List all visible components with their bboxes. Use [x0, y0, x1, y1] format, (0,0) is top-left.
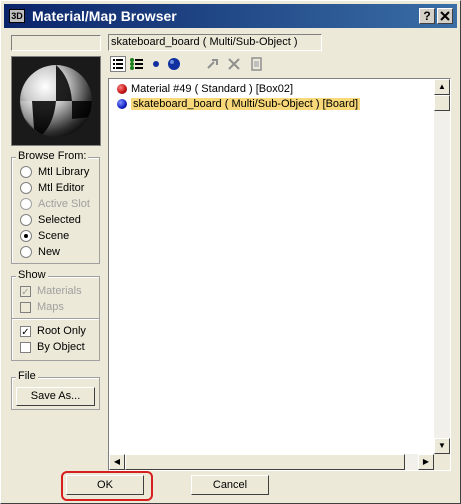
radio-active-slot-indicator: [20, 198, 32, 211]
large-sphere-icon: [168, 58, 180, 70]
browse-from-group: Browse From: Mtl Library Mtl Editor Acti…: [11, 150, 100, 264]
search-input[interactable]: [11, 35, 101, 51]
list-item-label: Material #49 ( Standard ) [Box02]: [131, 83, 294, 95]
clear-icon: [251, 57, 262, 71]
radio-mtl-editor-label: Mtl Editor: [38, 182, 85, 194]
file-label: File: [16, 370, 38, 382]
save-as-button[interactable]: Save As...: [16, 387, 95, 406]
checkbox-materials: ✓ Materials: [20, 283, 82, 299]
window-title: Material/Map Browser: [32, 8, 177, 24]
radio-scene-indicator[interactable]: [20, 230, 32, 243]
close-icon: [440, 11, 450, 21]
vertical-scroll-thumb[interactable]: [434, 95, 450, 111]
delete-button[interactable]: [226, 56, 242, 72]
list-item-label: skateboard_board ( Multi/Sub-Object ) [B…: [131, 98, 361, 110]
scrollbar-corner: [434, 454, 450, 470]
view-list-icons-button[interactable]: [128, 56, 144, 72]
radio-new-label: New: [38, 246, 61, 258]
show-label: Show: [16, 269, 48, 281]
radio-mtl-editor[interactable]: Mtl Editor: [20, 180, 84, 196]
checkbox-root-only-box[interactable]: ✓: [20, 325, 31, 338]
clear-library-button[interactable]: [248, 56, 264, 72]
update-scene-materials-button[interactable]: [205, 56, 221, 72]
radio-selected-indicator[interactable]: [20, 214, 32, 227]
material-map-browser-window: 3D Material/Map Browser ? skateboard_boa…: [0, 0, 461, 504]
app-icon: 3D: [9, 9, 25, 23]
checker-sphere-icon: [12, 57, 100, 145]
view-large-icons-button[interactable]: [166, 56, 182, 72]
checkbox-maps-label: Maps: [37, 301, 64, 313]
radio-scene[interactable]: Scene: [20, 228, 69, 244]
checkbox-materials-box: ✓: [20, 285, 31, 298]
radio-selected[interactable]: Selected: [20, 212, 81, 228]
list-view-icon: [113, 59, 123, 69]
list-item[interactable]: Material #49 ( Standard ) [Box02]: [117, 82, 293, 97]
small-sphere-icon: [153, 61, 159, 67]
list-item-selected[interactable]: skateboard_board ( Multi/Sub-Object ) [B…: [117, 97, 361, 112]
checkbox-maps-box: [20, 301, 31, 313]
scroll-down-arrow-icon[interactable]: ▼: [434, 438, 450, 454]
close-button[interactable]: [437, 8, 453, 24]
show-group: Show ✓ Materials Maps: [11, 269, 100, 319]
help-button[interactable]: ?: [419, 8, 435, 24]
horizontal-scrollbar[interactable]: ◀ ▶: [109, 454, 434, 470]
radio-selected-label: Selected: [38, 214, 81, 226]
browse-from-label: Browse From:: [16, 150, 89, 162]
vertical-scrollbar[interactable]: ▲ ▼: [434, 79, 450, 454]
title-bar[interactable]: 3D Material/Map Browser ?: [4, 4, 457, 28]
radio-mtl-library-label: Mtl Library: [38, 166, 90, 178]
radio-scene-label: Scene: [38, 230, 70, 242]
radio-new[interactable]: New: [20, 244, 60, 260]
show-group-lower: ✓ Root Only By Object: [11, 319, 100, 361]
file-group: File Save As...: [11, 370, 100, 410]
cancel-button[interactable]: Cancel: [191, 475, 269, 495]
red-material-ball-icon: [117, 84, 127, 95]
material-preview: [11, 56, 101, 146]
radio-active-slot-label: Active Slot: [38, 198, 90, 210]
view-list-button[interactable]: [110, 56, 126, 72]
scroll-up-arrow-icon[interactable]: ▲: [434, 79, 450, 95]
checkbox-by-object-box[interactable]: [20, 341, 31, 353]
blue-material-ball-icon: [117, 99, 127, 110]
checkbox-maps: Maps: [20, 299, 64, 315]
view-small-icons-button[interactable]: [148, 56, 164, 72]
checkbox-materials-label: Materials: [37, 285, 82, 297]
ok-highlight-annotation: [61, 471, 153, 501]
checkbox-by-object-label: By Object: [37, 341, 85, 353]
radio-mtl-library-indicator[interactable]: [20, 166, 32, 179]
material-name-field: skateboard_board ( Multi/Sub-Object ): [108, 34, 322, 51]
radio-new-indicator[interactable]: [20, 246, 32, 259]
list-icons-view-icon: [130, 58, 143, 70]
scroll-left-arrow-icon[interactable]: ◀: [109, 454, 125, 470]
checkbox-root-only-label: Root Only: [37, 325, 86, 337]
radio-mtl-library[interactable]: Mtl Library: [20, 164, 89, 180]
checkbox-root-only[interactable]: ✓ Root Only: [20, 323, 86, 339]
scroll-right-arrow-icon[interactable]: ▶: [418, 454, 434, 470]
update-icon: [207, 59, 218, 69]
radio-mtl-editor-indicator[interactable]: [20, 182, 32, 195]
material-list[interactable]: Material #49 ( Standard ) [Box02] skateb…: [108, 78, 451, 471]
checkbox-by-object[interactable]: By Object: [20, 339, 85, 355]
radio-active-slot: Active Slot: [20, 196, 90, 212]
horizontal-scroll-thumb[interactable]: [125, 454, 405, 470]
delete-icon: [228, 58, 240, 70]
